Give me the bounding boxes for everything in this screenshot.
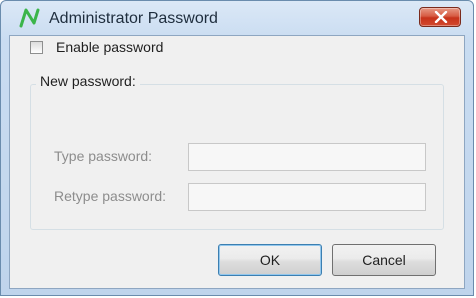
title-bar[interactable]: Administrator Password [1,1,473,35]
cancel-button[interactable]: Cancel [332,244,436,276]
retype-password-label: Retype password: [54,188,167,204]
close-icon [434,11,448,23]
type-password-label: Type password: [54,148,153,164]
window-title: Administrator Password [49,10,218,27]
retype-password-input[interactable] [188,183,426,211]
type-password-input[interactable] [188,143,426,171]
app-logo-icon [19,8,41,28]
close-button[interactable] [419,7,461,27]
enable-password-checkbox[interactable] [30,41,43,54]
new-password-legend: New password: [36,73,140,89]
enable-password-label[interactable]: Enable password [56,39,163,55]
ok-button[interactable]: OK [218,244,322,276]
